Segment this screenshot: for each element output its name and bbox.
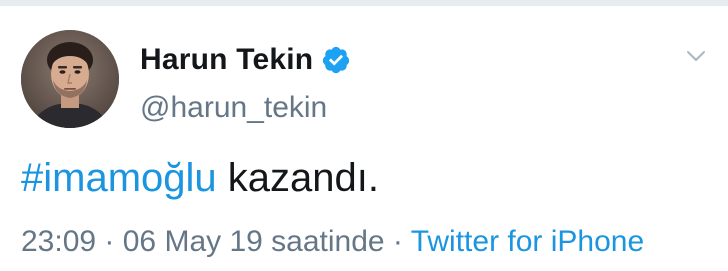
tweet-date[interactable]: 06 May 19 saatinde (123, 225, 385, 258)
username[interactable]: @harun_tekin (140, 90, 327, 126)
author-name-row[interactable]: Harun Tekin (140, 42, 351, 78)
hashtag-link[interactable]: #imamoğlu (21, 156, 217, 200)
tweet-time[interactable]: 23:09 (21, 225, 96, 258)
meta-separator: · (96, 225, 123, 258)
meta-separator: · (384, 225, 411, 258)
avatar[interactable] (21, 30, 119, 128)
tweet-source-link[interactable]: Twitter for iPhone (411, 225, 644, 258)
display-name[interactable]: Harun Tekin (140, 42, 313, 78)
chevron-down-icon[interactable] (684, 44, 708, 68)
verified-badge-icon (321, 45, 351, 75)
tweet-text-body: kazandı. (216, 156, 379, 200)
tweet-card[interactable]: Harun Tekin @harun_tekin #imamoğlu kazan… (0, 6, 728, 271)
tweet-text: #imamoğlu kazandı. (21, 154, 379, 202)
tweet-meta: 23:09 · 06 May 19 saatinde · Twitter for… (21, 222, 644, 262)
